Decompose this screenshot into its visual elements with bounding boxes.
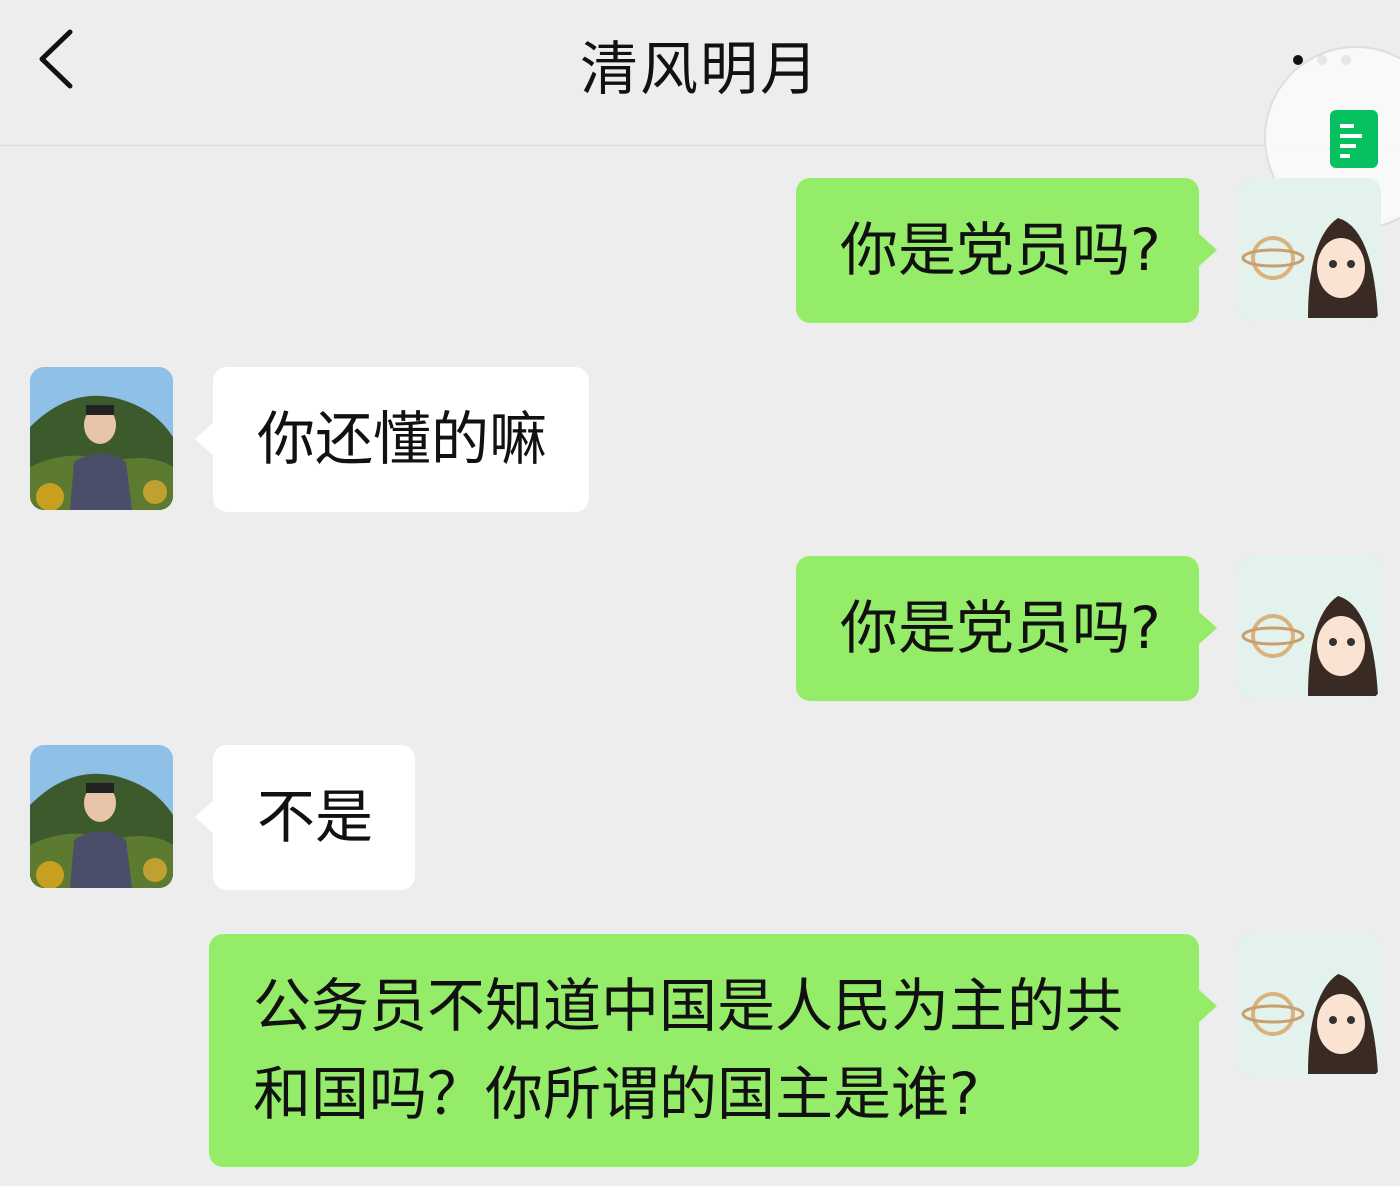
message-bubble-contact[interactable]: 不是	[195, 745, 415, 890]
document-icon[interactable]	[1330, 110, 1378, 168]
message-bubble-self[interactable]: 你是党员吗?	[796, 556, 1217, 701]
chat-title: 清风明月	[579, 35, 820, 103]
message-text: 你还懂的嘛	[257, 405, 548, 473]
message-text: 公务员不知道中国是人民为主的共和国吗？你所谓的国主是谁?	[253, 972, 1124, 1128]
message-bubble-contact[interactable]: 你还懂的嘛	[195, 367, 589, 512]
self-avatar[interactable]	[1238, 934, 1381, 1077]
message-bubble-self[interactable]: 公务员不知道中国是人民为主的共和国吗？你所谓的国主是谁?	[209, 934, 1217, 1167]
self-avatar[interactable]	[1238, 556, 1381, 699]
contact-avatar[interactable]	[30, 745, 173, 888]
message-bubble-self[interactable]: 你是党员吗?	[796, 178, 1217, 323]
message-text: 不是	[257, 783, 374, 851]
self-avatar[interactable]	[1238, 178, 1381, 321]
chat-header: 清风明月	[0, 0, 1400, 146]
message-text: 你是党员吗?	[840, 216, 1161, 284]
contact-avatar[interactable]	[30, 367, 173, 510]
message-text: 你是党员吗?	[840, 594, 1161, 662]
